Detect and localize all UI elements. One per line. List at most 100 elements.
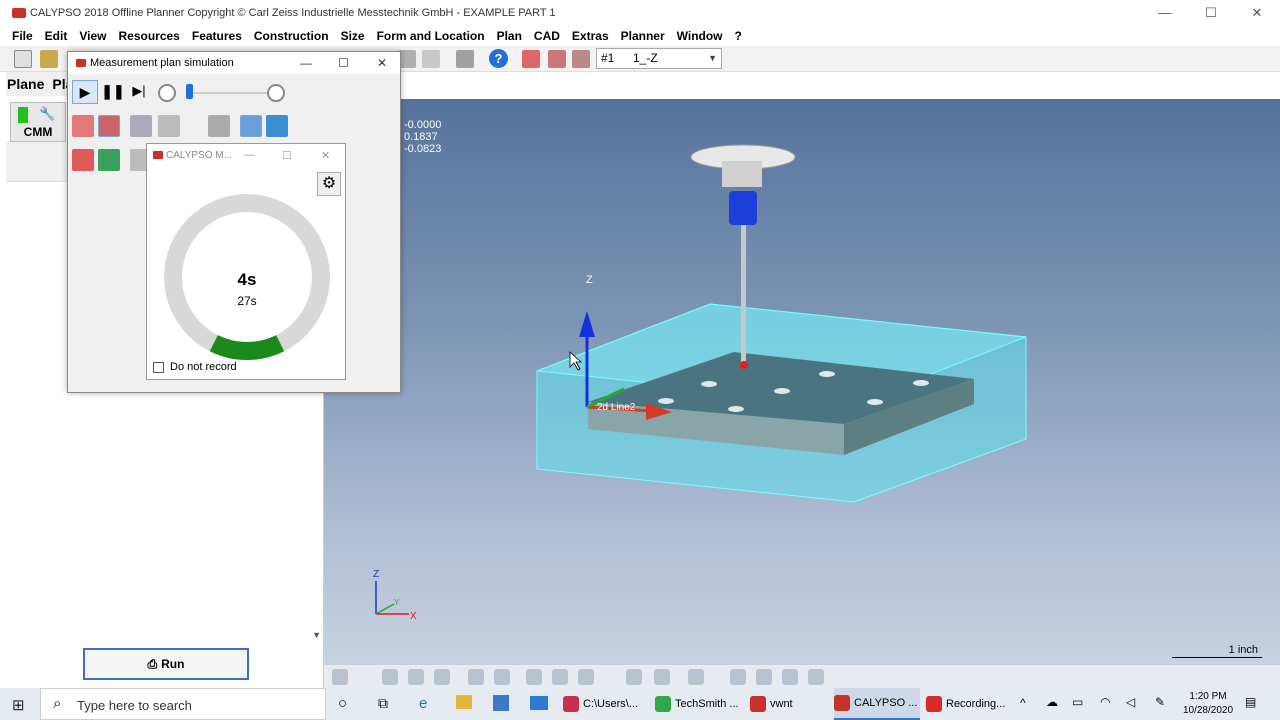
timer-minimize-button[interactable]: — [244,149,255,161]
fit-view-icon[interactable] [808,669,824,685]
menu-resources[interactable]: Resources [118,29,179,43]
pan-icon[interactable] [526,669,542,685]
export-icon[interactable] [456,50,474,68]
cmm-button[interactable]: 🔧 CMM [10,102,66,142]
sim-maximize-button[interactable]: ☐ [338,56,349,70]
taskbar-search[interactable]: ⌕ Type here to search [40,688,326,720]
pen-icon[interactable]: ✎ [1155,695,1165,709]
system-clock[interactable]: 1:20 PM 10/28/2020 [1170,690,1246,718]
task-label: Recording... [946,698,1006,710]
menu-plan[interactable]: Plan [497,29,522,43]
notification-icon[interactable]: ▤ [1245,695,1256,709]
cad-viewport[interactable]: -0.0000 0.1837 -0.0823 Z 2d Line2 Z X Y … [324,99,1280,664]
wireframe-icon[interactable] [434,669,450,685]
timer-close-button[interactable]: ✕ [321,149,330,162]
task-recording[interactable]: Recording... [926,688,1012,720]
battery-icon[interactable]: ▭ [1072,695,1083,709]
base-alignment-dropdown[interactable]: #1 1_-Z ▼ [596,48,722,69]
scroll-down-icon[interactable]: ▼ [312,630,321,640]
speed-fast-icon [267,84,285,102]
minimize-button[interactable]: — [1142,0,1188,26]
hand-icon[interactable] [552,669,568,685]
windows-start-icon[interactable]: ⊞ [12,696,25,714]
table-icon[interactable] [158,115,180,137]
menu-size[interactable]: Size [341,29,365,43]
maximize-button[interactable]: ☐ [1188,0,1234,26]
probe-point-icon[interactable] [72,115,94,137]
store-icon[interactable] [493,695,509,711]
task-explorer[interactable]: C:\Users\... [563,688,647,720]
axis-view-icon[interactable] [688,669,704,685]
menu-extras[interactable]: Extras [572,29,609,43]
wifi-icon[interactable]: ◠ [1100,695,1110,709]
stylus-icon[interactable] [572,50,590,68]
menu-view[interactable]: View [79,29,106,43]
task-view-icon[interactable]: ⧉ [378,695,388,712]
cortana-icon[interactable]: ○ [338,695,347,712]
menu-window[interactable]: Window [677,29,723,43]
speed-slider-track[interactable] [190,92,270,94]
task-vwnt[interactable]: vwnt [750,688,828,720]
collision-warning-icon[interactable] [72,149,94,171]
sim-minimize-button[interactable]: — [300,56,312,70]
shaded-cube-icon[interactable] [468,669,484,685]
chevron-up-icon[interactable]: ^ [1020,696,1026,710]
total-time: 27s [237,294,257,308]
tab-plane[interactable]: Plane [7,76,44,92]
fixture-icon[interactable] [208,115,230,137]
rotate-left-icon[interactable] [626,669,642,685]
task-techsmith[interactable]: TechSmith ... [655,688,739,720]
search-placeholder: Type here to search [77,698,192,713]
edge-icon[interactable]: e [419,695,427,712]
menu-help[interactable]: ? [735,29,742,43]
menu-edit[interactable]: Edit [45,29,68,43]
speed-slider-thumb[interactable] [186,84,193,99]
close-button[interactable]: ✕ [1234,0,1280,26]
select-icon[interactable] [382,669,398,685]
report-icon[interactable] [98,149,120,171]
gear-icon[interactable]: ⚙ [317,172,341,196]
cad-scene: Z 2d Line2 Z X Y [373,144,1027,622]
menu-features[interactable]: Features [192,29,242,43]
select-2-icon[interactable] [408,669,424,685]
lightbulb-icon[interactable] [578,669,594,685]
play-button[interactable]: ▶ [72,80,98,104]
sim-close-button[interactable]: ✕ [377,56,387,70]
report-icon[interactable] [422,50,440,68]
mail-icon[interactable] [530,696,548,710]
new-file-icon[interactable] [14,50,32,68]
menu-planner[interactable]: Planner [621,29,665,43]
step-button[interactable]: ▶| [126,80,152,104]
stylus-view-icon[interactable] [130,115,152,137]
probe-tool-icon[interactable] [522,50,540,68]
part-view-icon[interactable] [266,115,288,137]
file-explorer-icon[interactable] [456,695,472,709]
progress-ring-fill [209,334,285,360]
cmm-label: CMM [23,125,53,139]
triad-y-label: Y [394,598,400,607]
zoom-icon[interactable] [782,669,798,685]
menu-construction[interactable]: Construction [254,29,329,43]
probe-path-icon[interactable] [98,115,120,137]
solid-cube-icon[interactable] [494,669,510,685]
checkbox-box[interactable] [153,361,164,373]
help-icon[interactable]: ? [489,49,508,68]
menu-form-and-location[interactable]: Form and Location [377,29,485,43]
open-folder-icon[interactable] [40,50,58,68]
rotate-right-icon[interactable] [654,669,670,685]
do-not-record-checkbox[interactable]: Do not record [153,361,237,373]
view-mode-icon[interactable] [332,669,348,685]
onedrive-icon[interactable]: ☁ [1046,695,1058,709]
timer-maximize-button[interactable]: ☐ [282,149,292,162]
pause-button[interactable]: ❚❚ [100,80,126,104]
calypso-app-icon [153,151,163,159]
task-calypso[interactable]: CALYPSO ... [834,688,920,720]
menu-cad[interactable]: CAD [534,29,560,43]
zoom-in-icon[interactable] [756,669,772,685]
probe-point-icon[interactable] [548,50,566,68]
volume-icon[interactable]: ◁ [1126,695,1135,709]
run-button[interactable]: ⎙ Run [83,648,249,680]
menu-file[interactable]: File [12,29,33,43]
zoom-out-icon[interactable] [730,669,746,685]
cube-view-icon[interactable] [240,115,262,137]
